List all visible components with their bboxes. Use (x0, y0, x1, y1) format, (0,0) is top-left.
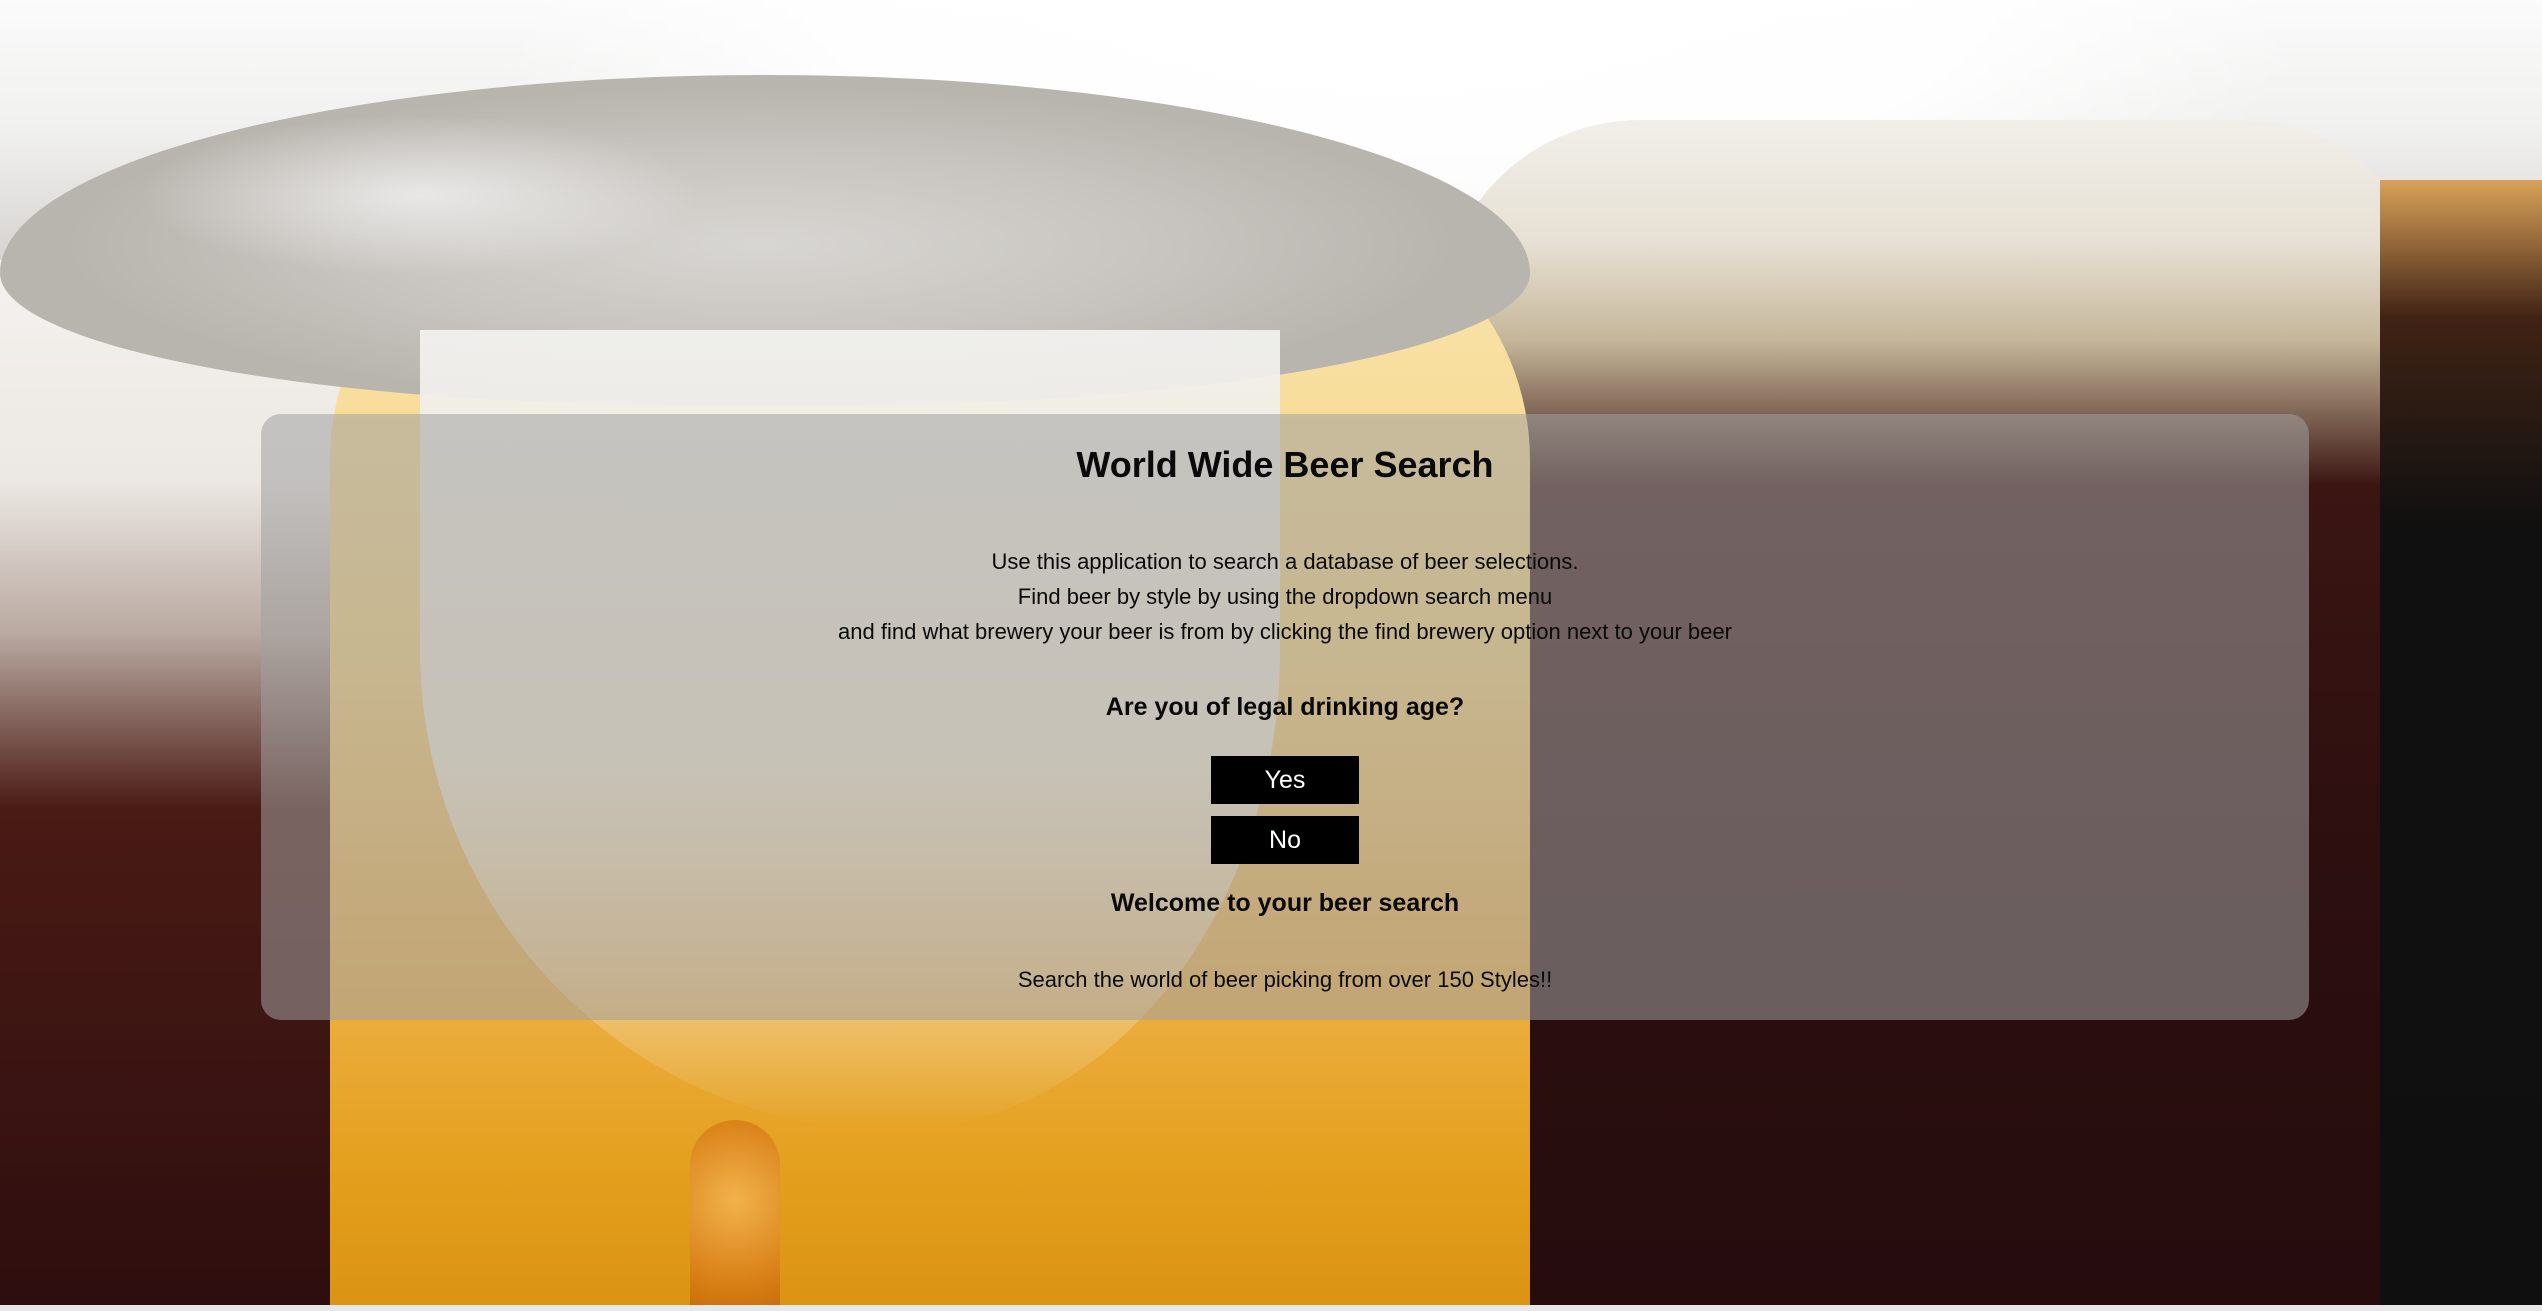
intro-line: and find what brewery your beer is from … (838, 619, 1732, 644)
background-glass-far-right (2380, 180, 2542, 1311)
page-title: World Wide Beer Search (1076, 444, 1494, 485)
yes-button[interactable]: Yes (1211, 756, 1359, 804)
intro-text: Use this application to search a databas… (261, 544, 2309, 649)
intro-line: Use this application to search a databas… (991, 549, 1579, 574)
page: World Wide Beer Search Use this applicat… (0, 0, 2542, 1311)
welcome-heading: Welcome to your beer search (1110, 889, 1460, 917)
bottom-edge (0, 1305, 2542, 1311)
welcome-tagline: Search the world of beer picking from ov… (1017, 967, 1553, 992)
no-button[interactable]: No (1211, 816, 1359, 864)
background-bubbles (690, 1120, 780, 1311)
intro-panel: World Wide Beer Search Use this applicat… (261, 414, 2309, 1020)
age-question: Are you of legal drinking age? (1105, 693, 1465, 721)
intro-line: Find beer by style by using the dropdown… (1017, 584, 1553, 609)
